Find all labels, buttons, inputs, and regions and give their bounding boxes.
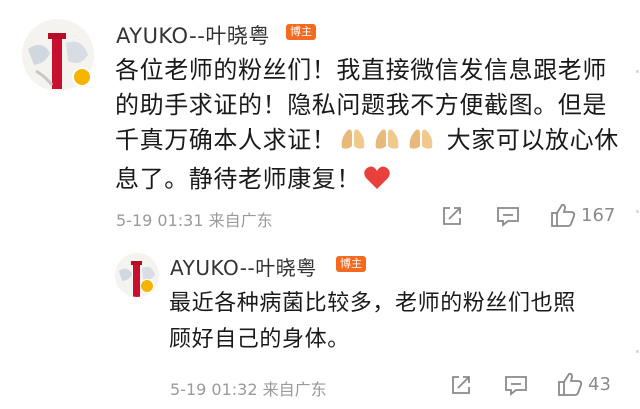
like-button[interactable]: 43 — [557, 371, 611, 397]
comment-line: 千真万确本人求证！ 大家可以放心休 — [115, 123, 625, 162]
comment-timestamp-location: 5-19 01:31 来自广东 — [116, 211, 273, 230]
blogger-badge: 博主 — [286, 24, 316, 40]
comment-icon — [497, 207, 519, 227]
praying-hands-emoji — [372, 126, 402, 162]
scrollbar-mark — [636, 210, 639, 213]
comment-line: 的助手求证的！隐私问题我不方便截图。但是 — [115, 91, 607, 119]
praying-hands-emoji — [338, 126, 368, 162]
share-icon — [443, 207, 461, 225]
share-icon — [452, 376, 470, 394]
comment-username[interactable]: AYUKO--叶晓粤 — [116, 20, 270, 50]
comment-text: 各位老师的粉丝们！我直接微信发信息跟老师 的助手求证的！隐私问题我不方便截图。但… — [115, 53, 625, 201]
comment-icon — [505, 376, 527, 396]
verified-badge-icon — [72, 67, 92, 87]
verified-badge-icon — [140, 279, 154, 293]
share-button[interactable] — [441, 205, 463, 227]
scrollbar-mark — [636, 70, 639, 73]
praying-hands-emoji — [406, 126, 436, 162]
like-count: 43 — [588, 373, 611, 395]
share-button[interactable] — [450, 374, 472, 396]
thumbs-up-icon — [558, 372, 583, 396]
scrollbar-mark — [636, 350, 639, 353]
reply-line: 顾好自己的身体。 — [169, 327, 350, 352]
reply-button[interactable] — [504, 374, 528, 396]
like-button[interactable]: 167 — [550, 202, 615, 228]
reply-timestamp-location: 5-19 01:32 来自广东 — [170, 380, 327, 399]
reply-username[interactable]: AYUKO--叶晓粤 — [170, 252, 317, 281]
reply-button[interactable] — [496, 205, 520, 227]
thumbs-up-icon — [551, 203, 576, 227]
red-heart-emoji — [363, 165, 391, 201]
comment-line: 各位老师的粉丝们！我直接微信发信息跟老师 — [115, 56, 607, 84]
blogger-badge: 博主 — [336, 256, 366, 272]
reply-line: 最近各种病菌比较多，老师的粉丝们也照 — [169, 291, 576, 316]
like-count: 167 — [581, 204, 616, 226]
comment-line: 息了。静待老师康复！ — [115, 162, 625, 201]
reply-text: 最近各种病菌比较多，老师的粉丝们也照 顾好自己的身体。 — [169, 286, 629, 358]
comment-thread: { "comment": { "username": "AYUKO--叶晓粤",… — [0, 0, 640, 409]
